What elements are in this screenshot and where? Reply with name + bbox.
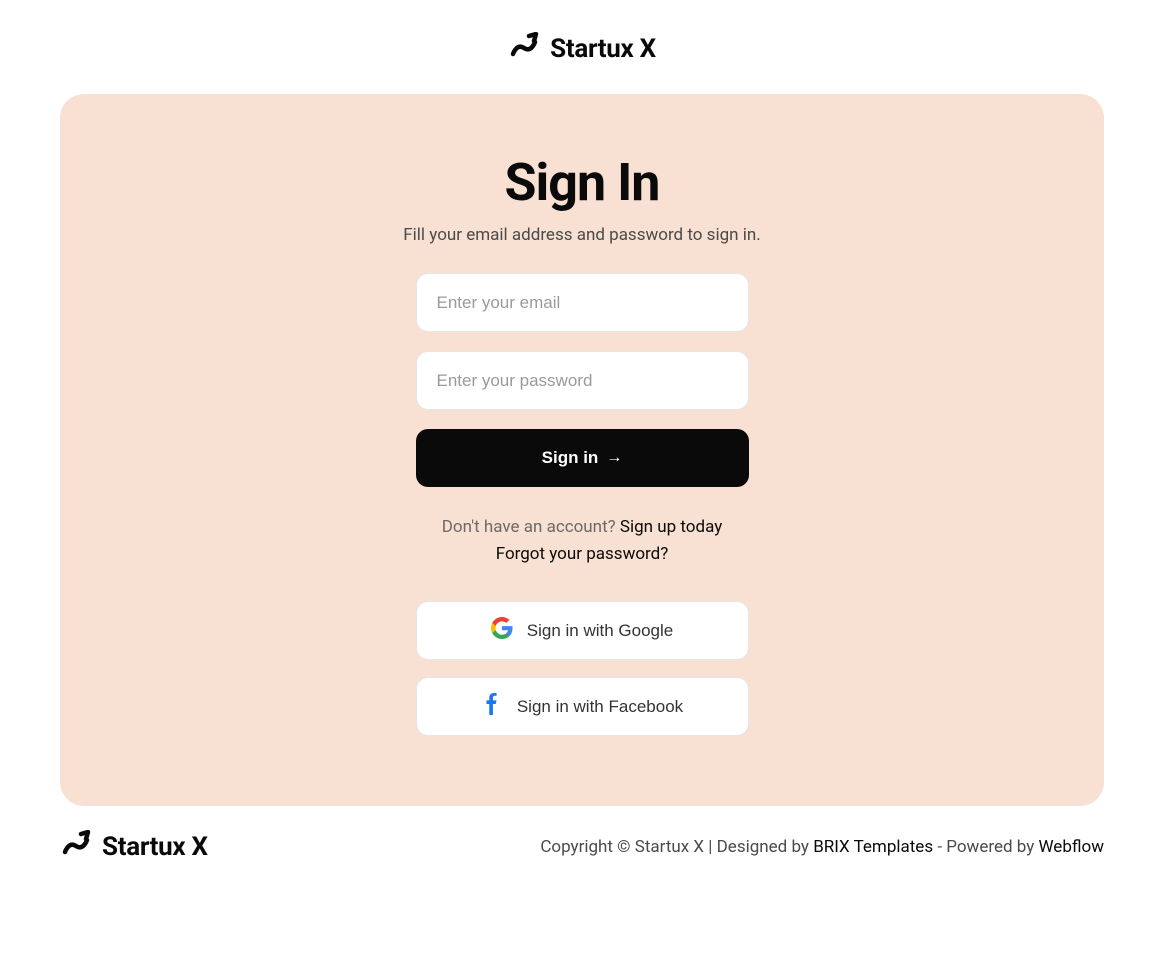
signup-link[interactable]: Sign up today <box>620 517 722 537</box>
google-signin-label: Sign in with Google <box>527 621 673 641</box>
facebook-icon <box>481 693 503 720</box>
email-field[interactable] <box>416 273 749 332</box>
password-field[interactable] <box>416 351 749 410</box>
footer-brand-name: Startux X <box>102 832 208 862</box>
forgot-password-link[interactable]: Forgot your password? <box>496 544 669 564</box>
logo-icon <box>508 32 540 66</box>
footer-text: Copyright © Startux X | Designed by BRIX… <box>540 837 1104 857</box>
signin-button-label: Sign in <box>542 448 599 468</box>
google-icon <box>491 617 513 644</box>
page-subtitle: Fill your email address and password to … <box>403 225 760 245</box>
footer-logo[interactable]: Startux X <box>60 830 208 864</box>
designer-link[interactable]: BRIX Templates <box>813 837 933 857</box>
platform-link[interactable]: Webflow <box>1038 837 1104 857</box>
header-logo[interactable]: Startux X <box>0 0 1164 94</box>
footer: Startux X Copyright © Startux X | Design… <box>0 806 1164 894</box>
social-buttons: Sign in with Google Sign in with Faceboo… <box>416 601 749 736</box>
copyright-text: Copyright © Startux X | Designed by <box>540 837 813 857</box>
google-signin-button[interactable]: Sign in with Google <box>416 601 749 660</box>
arrow-right-icon: → <box>606 449 622 467</box>
signin-button[interactable]: Sign in → <box>416 429 749 487</box>
facebook-signin-button[interactable]: Sign in with Facebook <box>416 677 749 736</box>
auth-links: Don't have an account? Sign up today For… <box>416 514 749 568</box>
page-title: Sign In <box>505 152 660 213</box>
brand-name: Startux X <box>550 34 656 64</box>
logo-icon <box>60 830 92 864</box>
no-account-text: Don't have an account? <box>442 517 620 537</box>
powered-by-text: - Powered by <box>933 837 1038 857</box>
facebook-signin-label: Sign in with Facebook <box>517 697 683 717</box>
signin-card: Sign In Fill your email address and pass… <box>60 94 1104 806</box>
signin-form: Sign in → Don't have an account? Sign up… <box>416 273 749 736</box>
